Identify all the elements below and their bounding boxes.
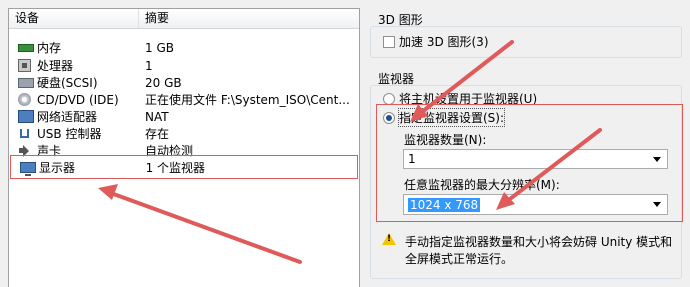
monitor-count-value: 1 <box>408 152 416 166</box>
device-summary: 正在使用文件 F:\System_ISO\Cent... <box>145 93 350 107</box>
device-summary: 20 GB <box>145 75 182 90</box>
max-resolution-select[interactable]: 1024 x 768 <box>403 194 668 215</box>
max-resolution-label: 任意监视器的最大分辨率(M): <box>404 178 560 192</box>
device-name: USB 控制器 <box>37 127 102 141</box>
dropdown-arrow-icon <box>653 156 661 162</box>
specify-monitor-settings-radio[interactable] <box>383 111 395 124</box>
max-resolution-value: 1024 x 768 <box>408 197 481 212</box>
device-summary: 1 GB <box>145 40 174 55</box>
usb-icon <box>18 127 31 140</box>
column-header-device[interactable]: 设备 <box>9 9 139 28</box>
cd-dvd-icon <box>18 93 31 106</box>
warning-text-line-2: 全屏模式正常运行。 <box>405 252 514 266</box>
device-name: 处理器 <box>37 59 74 73</box>
device-list: 设备 摘要 内存 1 GB 处理器 1 硬盘(SCSI) 20 GB CD/DV… <box>8 8 360 287</box>
device-summary: 存在 <box>145 127 170 141</box>
monitor-count-label: 监视器数量(N): <box>404 133 487 147</box>
device-name: 硬盘(SCSI) <box>37 76 98 90</box>
device-name: 内存 <box>37 41 62 55</box>
warning-text-line-1: 手动指定监视器数量和大小将会妨碍 Unity 模式和 <box>405 235 673 249</box>
device-row-memory[interactable]: 内存 1 GB <box>9 38 359 57</box>
accelerate-3d-option[interactable]: 加速 3D 图形(3) <box>383 33 489 50</box>
device-summary: 1 个监视器 <box>145 160 206 175</box>
specify-monitor-settings-option[interactable]: 指定监视器设置(S): <box>383 108 506 127</box>
device-row-display[interactable]: 显示器 1 个监视器 <box>10 155 358 179</box>
use-host-settings-radio[interactable] <box>383 92 395 105</box>
device-summary: NAT <box>145 109 169 124</box>
device-name: 显示器 <box>39 160 76 175</box>
accelerate-3d-label[interactable]: 加速 3D 图形(3) <box>399 33 489 50</box>
accelerate-3d-checkbox[interactable] <box>383 35 395 48</box>
column-header-summary[interactable]: 摘要 <box>139 9 359 28</box>
device-list-header: 设备 摘要 <box>9 9 359 29</box>
device-name: CD/DVD (IDE) <box>37 92 119 107</box>
warning-icon: ! <box>382 233 396 245</box>
memory-icon <box>18 43 34 52</box>
dropdown-arrow-icon <box>653 202 661 207</box>
network-adapter-icon <box>18 110 34 123</box>
monitor-count-select[interactable]: 1 <box>403 149 668 169</box>
device-name: 网络适配器 <box>37 110 98 124</box>
warning-text: 手动指定监视器数量和大小将会妨碍 Unity 模式和 全屏模式正常运行。 <box>405 234 672 268</box>
hard-disk-icon <box>18 77 34 88</box>
specify-monitor-settings-label[interactable]: 指定监视器设置(S): <box>397 108 506 127</box>
device-summary: 1 <box>145 58 153 73</box>
processor-icon <box>18 59 31 72</box>
monitor-icon <box>20 161 36 176</box>
